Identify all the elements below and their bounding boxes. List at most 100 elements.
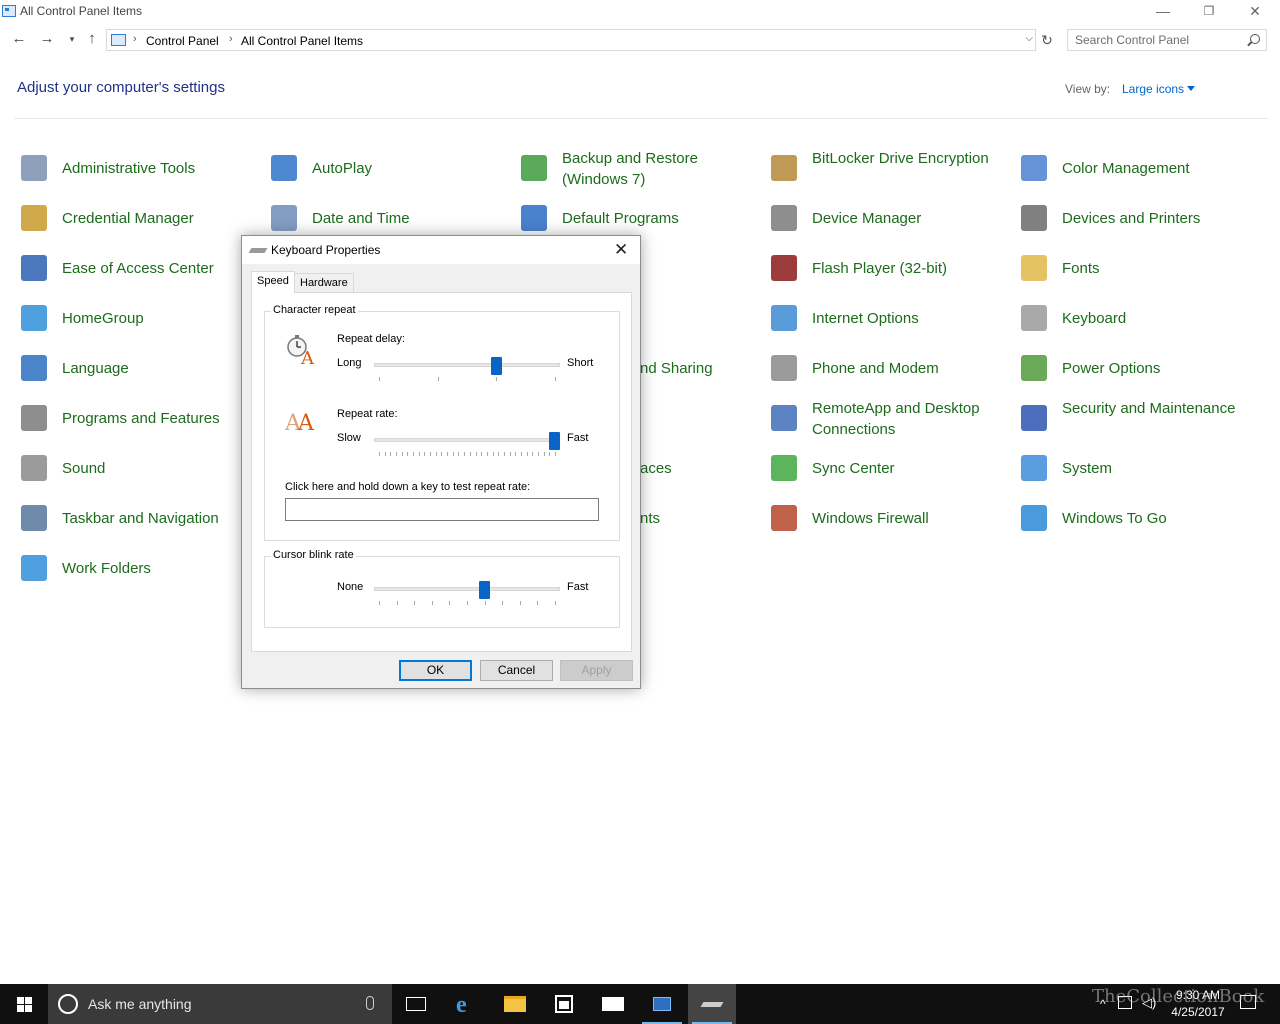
control-panel-item-windows-to-go[interactable]: Windows To Go bbox=[1018, 498, 1258, 538]
system-icon bbox=[1018, 452, 1050, 484]
slider-tick bbox=[379, 377, 380, 381]
control-panel-item-label: Windows Firewall bbox=[812, 510, 929, 527]
slider-tick bbox=[510, 452, 511, 456]
control-panel-item-date-and-time[interactable]: Date and Time bbox=[268, 198, 508, 238]
control-panel-item-devices-and-printers[interactable]: Devices and Printers bbox=[1018, 198, 1258, 238]
clock-date[interactable]: 4/25/2017 bbox=[1162, 1005, 1234, 1019]
control-panel-item-security-and-maintenance[interactable]: Security and Maintenance bbox=[1018, 398, 1258, 438]
speed-tab-panel: Character repeat A Repeat delay: Long Sh… bbox=[251, 292, 632, 652]
slider-tick bbox=[438, 377, 439, 381]
close-button[interactable]: ✕ bbox=[1232, 0, 1278, 24]
slider-tick bbox=[555, 452, 556, 456]
start-button[interactable] bbox=[0, 984, 48, 1024]
ok-button[interactable]: OK bbox=[399, 660, 472, 681]
control-panel-item-backup-and-restore-windows-7[interactable]: Backup and Restore (Windows 7) bbox=[518, 148, 758, 188]
keyboard-icon bbox=[248, 248, 268, 253]
control-panel-item-system[interactable]: System bbox=[1018, 448, 1258, 488]
title-bar: All Control Panel Items — ❐ ✕ bbox=[0, 0, 1280, 24]
search-icon bbox=[1250, 34, 1260, 44]
control-panel-item-language[interactable]: Language bbox=[18, 348, 258, 388]
breadcrumb-control-panel[interactable]: Control Panel bbox=[146, 34, 219, 48]
slider-tick bbox=[385, 452, 386, 456]
cortana-search-box[interactable]: Ask me anything bbox=[48, 984, 392, 1024]
cursor-blink-slider[interactable] bbox=[374, 587, 560, 591]
back-arrow-icon[interactable]: ← bbox=[10, 30, 28, 47]
windows-firewall-icon bbox=[768, 502, 800, 534]
minimize-button[interactable]: — bbox=[1140, 0, 1186, 24]
view-by-dropdown[interactable]: Large icons bbox=[1122, 82, 1184, 96]
control-panel-taskbar-button[interactable] bbox=[638, 984, 686, 1024]
slider-tick bbox=[379, 601, 380, 605]
cancel-button[interactable]: Cancel bbox=[480, 660, 553, 681]
control-panel-item-label: Device Manager bbox=[812, 210, 922, 227]
chevron-right-icon[interactable]: › bbox=[133, 33, 137, 45]
search-input[interactable]: Search Control Panel bbox=[1067, 29, 1267, 51]
control-panel-item-sync-center[interactable]: Sync Center bbox=[768, 448, 1008, 488]
control-panel-item-windows-firewall[interactable]: Windows Firewall bbox=[768, 498, 1008, 538]
tab-hardware[interactable]: Hardware bbox=[294, 273, 354, 293]
task-view-button[interactable] bbox=[392, 984, 440, 1024]
control-panel-item-fonts[interactable]: Fonts bbox=[1018, 248, 1258, 288]
keyboard-icon bbox=[1018, 302, 1050, 334]
control-panel-item-programs-and-features[interactable]: Programs and Features bbox=[18, 398, 258, 438]
recent-locations-icon[interactable]: ▾ bbox=[63, 34, 81, 45]
programs-features-icon bbox=[18, 402, 50, 434]
window-title: All Control Panel Items bbox=[20, 4, 143, 18]
breadcrumb-all-items[interactable]: All Control Panel Items bbox=[241, 34, 363, 48]
chevron-down-icon[interactable]: ⌵ bbox=[1025, 33, 1033, 44]
repeat-delay-slider[interactable] bbox=[374, 363, 560, 367]
control-panel-item-homegroup[interactable]: HomeGroup bbox=[18, 298, 258, 338]
control-panel-item-default-programs[interactable]: Default Programs bbox=[518, 198, 758, 238]
cursor-blink-slider-thumb[interactable] bbox=[479, 581, 490, 599]
control-panel-item-color-management[interactable]: Color Management bbox=[1018, 148, 1258, 188]
cursor-blink-label: Cursor blink rate bbox=[271, 549, 356, 561]
restore-button[interactable]: ❐ bbox=[1186, 0, 1232, 24]
repeat-delay-slider-thumb[interactable] bbox=[491, 357, 502, 375]
control-panel-item-sound[interactable]: Sound bbox=[18, 448, 258, 488]
control-panel-item-bitlocker-drive-encryption[interactable]: BitLocker Drive Encryption bbox=[768, 148, 1008, 188]
slider-tick bbox=[402, 452, 403, 456]
chevron-down-icon[interactable] bbox=[1187, 86, 1195, 91]
control-panel-item-autoplay[interactable]: AutoPlay bbox=[268, 148, 508, 188]
repeat-rate-slider[interactable] bbox=[374, 438, 560, 442]
control-panel-item-label: Flash Player (32-bit) bbox=[812, 260, 948, 277]
control-panel-item-ease-of-access-center[interactable]: Ease of Access Center bbox=[18, 248, 258, 288]
store-button[interactable] bbox=[540, 984, 588, 1024]
chevron-right-icon[interactable]: › bbox=[229, 33, 233, 45]
remoteapp-icon bbox=[768, 402, 800, 434]
keyboard-properties-taskbar-button[interactable] bbox=[688, 984, 736, 1024]
mail-button[interactable] bbox=[589, 984, 637, 1024]
control-panel-item-label: Sound bbox=[62, 460, 106, 477]
folder-icon bbox=[504, 996, 526, 1012]
control-panel-item-power-options[interactable]: Power Options bbox=[1018, 348, 1258, 388]
dialog-title-bar[interactable]: Keyboard Properties ✕ bbox=[242, 236, 640, 264]
address-bar[interactable]: › Control Panel › All Control Panel Item… bbox=[106, 29, 1036, 51]
dialog-close-button[interactable]: ✕ bbox=[614, 240, 628, 260]
control-panel-item-remoteapp-and-desktop-connections[interactable]: RemoteApp and Desktop Connections bbox=[768, 398, 1008, 438]
refresh-icon[interactable]: ↻ bbox=[1038, 31, 1056, 49]
microphone-icon[interactable] bbox=[366, 996, 374, 1010]
control-panel-item-label: Internet Options bbox=[812, 310, 919, 327]
edge-button[interactable]: e bbox=[442, 984, 490, 1024]
test-repeat-input[interactable] bbox=[285, 498, 599, 521]
tab-speed[interactable]: Speed bbox=[251, 271, 295, 293]
up-arrow-icon[interactable]: ↑ bbox=[83, 30, 101, 47]
control-panel-item-device-manager[interactable]: Device Manager bbox=[768, 198, 1008, 238]
device-manager-icon bbox=[768, 202, 800, 234]
forward-arrow-icon[interactable]: → bbox=[38, 30, 56, 47]
control-panel-item-phone-and-modem[interactable]: Phone and Modem bbox=[768, 348, 1008, 388]
repeat-rate-slider-thumb[interactable] bbox=[549, 432, 560, 450]
control-panel-item-keyboard[interactable]: Keyboard bbox=[1018, 298, 1258, 338]
control-panel-item-internet-options[interactable]: Internet Options bbox=[768, 298, 1008, 338]
control-panel-item-taskbar-and-navigation[interactable]: Taskbar and Navigation bbox=[18, 498, 258, 538]
apply-button[interactable]: Apply bbox=[560, 660, 633, 681]
slider-tick bbox=[419, 452, 420, 456]
file-explorer-button[interactable] bbox=[491, 984, 539, 1024]
control-panel-item-credential-manager[interactable]: Credential Manager bbox=[18, 198, 258, 238]
language-icon bbox=[18, 352, 50, 384]
control-panel-item-administrative-tools[interactable]: Administrative Tools bbox=[18, 148, 258, 188]
control-panel-item-flash-player-32-bit[interactable]: Flash Player (32-bit) bbox=[768, 248, 1008, 288]
keyboard-properties-dialog: Keyboard Properties ✕ Speed Hardware Cha… bbox=[241, 235, 641, 689]
slider-tick bbox=[496, 377, 497, 381]
control-panel-item-work-folders[interactable]: Work Folders bbox=[18, 548, 258, 588]
